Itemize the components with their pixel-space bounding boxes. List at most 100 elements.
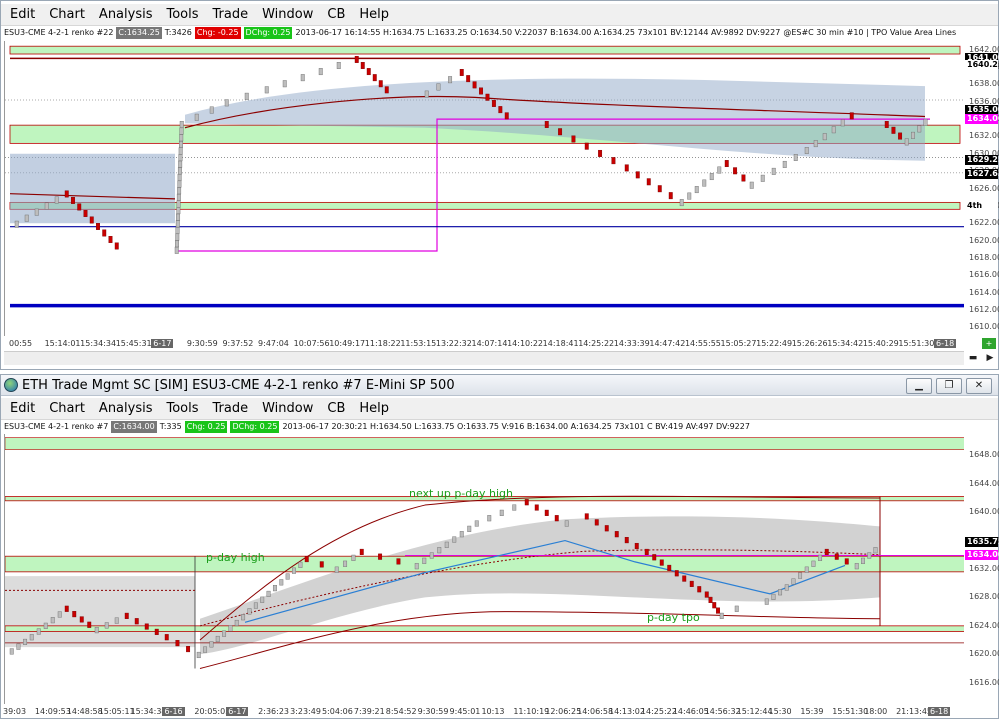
menu-trade[interactable]: Trade: [206, 398, 256, 420]
menu-tools[interactable]: Tools: [159, 4, 205, 26]
bottom-price-axis: 1648.001644.001640.001636.001632.001628.…: [965, 434, 999, 704]
bottom-titlebar[interactable]: ETH Trade Mgmt SC [SIM] ESU3-CME 4-2-1 r…: [1, 375, 998, 396]
bottom-time-label: 20:05:05: [194, 707, 231, 716]
menu-chart[interactable]: Chart: [42, 4, 92, 26]
bottom-info-bar: ESU3-CME 4-2-1 renko #7 C:1634.00 T:335 …: [4, 421, 958, 433]
down-brick: [378, 553, 383, 560]
top-time-axis: 00:55 15:14:01 15:34:34 15:45:31 6-17 9:30:59…: [4, 338, 964, 350]
up-brick: [177, 167, 182, 175]
up-brick: [176, 200, 181, 208]
top-horizontal-scrollbar[interactable]: [4, 351, 964, 365]
up-brick: [499, 509, 504, 516]
bottom-time-axis: 39:03 14:09:53 14:48:58 15:05:11 15:34:34 6-1…: [1, 706, 965, 718]
up-brick: [861, 557, 865, 564]
bottom-price-tick: 1640.00: [969, 507, 999, 517]
up-brick: [436, 83, 441, 91]
top-time-label: 15:05:27: [720, 339, 757, 348]
menu-analysis[interactable]: Analysis: [92, 4, 160, 26]
up-brick: [57, 611, 62, 618]
top-price-axis: 1642.001640.001638.001636.001634.001632.…: [965, 41, 999, 336]
down-brick: [79, 616, 84, 623]
bottom-price-chart[interactable]: [4, 434, 964, 704]
down-brick: [657, 185, 662, 193]
up-brick: [444, 541, 449, 548]
up-brick: [175, 220, 180, 228]
menu-cb[interactable]: CB: [320, 4, 352, 26]
menu-edit[interactable]: Edit: [3, 398, 42, 420]
top-price-tag: 1634.00: [965, 114, 999, 125]
bottom-price-tick: 1648.00: [969, 450, 999, 460]
menu-edit[interactable]: Edit: [3, 4, 42, 26]
up-brick: [177, 187, 182, 195]
menu-analysis[interactable]: Analysis: [92, 398, 160, 420]
up-brick: [429, 552, 434, 559]
close-button[interactable]: ✕: [966, 378, 992, 394]
top-info-bar: ESU3-CME 4-2-1 renko #22 C:1634.25 T:342…: [4, 27, 958, 39]
up-brick: [272, 585, 277, 592]
down-brick: [64, 605, 69, 612]
up-brick: [50, 617, 55, 624]
down-brick: [624, 537, 629, 544]
down-brick: [77, 203, 82, 211]
menu-tools[interactable]: Tools: [159, 398, 205, 420]
down-brick: [124, 612, 129, 619]
bottom-time-label: 12:06:25: [545, 707, 582, 716]
down-brick: [594, 519, 599, 526]
up-brick: [734, 605, 739, 612]
bottom-time-label: 21:13:45: [896, 707, 933, 716]
up-brick: [717, 166, 722, 174]
top-price-chart[interactable]: [4, 41, 964, 336]
top-time-label: 15:22:49: [756, 339, 793, 348]
down-brick: [89, 216, 94, 224]
up-brick: [260, 596, 265, 603]
top-time-label: 6-18: [934, 339, 957, 348]
up-brick: [437, 547, 442, 554]
up-brick: [813, 140, 818, 148]
menu-help[interactable]: Help: [352, 398, 396, 420]
menu-window[interactable]: Window: [255, 4, 320, 26]
up-brick: [867, 552, 872, 559]
up-brick: [771, 593, 776, 600]
up-brick: [176, 193, 181, 201]
menu-cb[interactable]: CB: [320, 398, 352, 420]
down-brick: [624, 164, 629, 172]
down-brick: [83, 209, 88, 217]
up-brick: [804, 147, 809, 154]
bar-ohlc-readout: 2013-06-17 20:30:21 H:1634.50 L:1633.75 …: [282, 422, 750, 431]
study-readout: @ES#C 30 min #10 | TPO Value Area Lines …: [783, 28, 958, 37]
up-brick: [175, 240, 179, 248]
up-brick: [34, 208, 39, 216]
scroll-right-icon[interactable]: ▶: [982, 351, 998, 365]
top-time-label: 14:25:22: [578, 339, 615, 348]
zone-top: [5, 437, 964, 450]
up-brick: [194, 113, 199, 121]
up-brick: [782, 160, 787, 168]
annotation-pday-tpo: p-day tpo: [647, 611, 700, 624]
up-brick: [178, 147, 183, 155]
restore-button[interactable]: ❐: [936, 378, 962, 394]
up-brick: [414, 563, 419, 570]
up-brick: [264, 86, 269, 94]
zoom-in-icon[interactable]: +: [982, 338, 996, 349]
zone-prior-high: [9, 45, 961, 55]
up-brick: [343, 560, 348, 567]
top-time-label: 11:53:15: [400, 339, 437, 348]
up-brick: [179, 127, 184, 135]
down-brick: [898, 132, 903, 140]
down-brick: [472, 81, 477, 89]
down-brick: [891, 126, 896, 134]
menu-trade[interactable]: Trade: [206, 4, 256, 26]
menu-help[interactable]: Help: [352, 4, 396, 26]
menu-window[interactable]: Window: [255, 398, 320, 420]
up-brick: [266, 590, 271, 597]
bottom-time-label: 15:05:11: [98, 707, 135, 716]
top-time-label: 9:37:52: [222, 339, 254, 348]
minimize-button[interactable]: ▁: [906, 378, 932, 394]
up-brick: [43, 622, 48, 629]
zoom-out-icon[interactable]: ▬: [965, 351, 981, 365]
up-brick: [459, 531, 464, 538]
menu-chart[interactable]: Chart: [42, 398, 92, 420]
tick-count: T:335: [159, 422, 182, 431]
up-brick: [822, 133, 827, 141]
top-price-tag: 4th: [965, 200, 998, 211]
